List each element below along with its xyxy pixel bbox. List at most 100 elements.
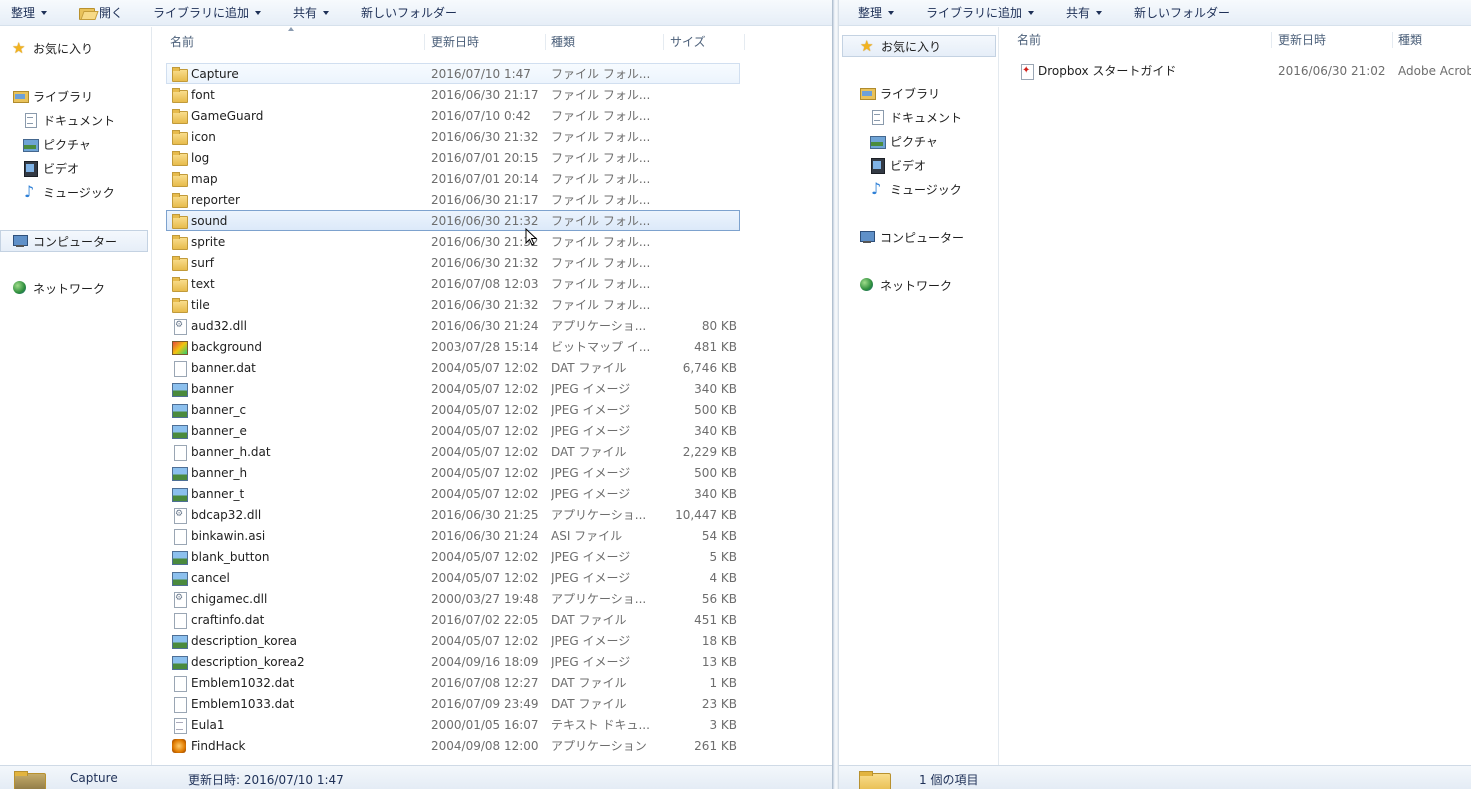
file-date: 2004/05/07 12:02 xyxy=(431,571,539,585)
file-row[interactable]: banner_h.dat 2004/05/07 12:02 DAT ファイル 2,22… xyxy=(166,441,740,462)
new-folder-button[interactable]: 新しいフォルダー xyxy=(361,4,457,22)
column-header-size[interactable]: サイズ xyxy=(665,34,745,50)
file-row[interactable]: Dropbox スタートガイド 2016/06/30 21:02 Adobe Acr… xyxy=(1013,60,1471,81)
item-count: 1 個の項目 xyxy=(919,773,979,787)
column-header-name[interactable]: 名前 xyxy=(165,34,425,50)
share-button[interactable]: 共有 xyxy=(1066,4,1103,22)
jpg-file-icon xyxy=(171,381,188,397)
add-to-library-button[interactable]: ライブラリに追加 xyxy=(926,4,1035,22)
window-splitter[interactable] xyxy=(832,0,839,789)
nav-computer[interactable]: コンピューター xyxy=(0,230,148,252)
file-row[interactable]: description_korea 2004/05/07 12:02 JPEG イメ… xyxy=(166,630,740,651)
file-size: 54 KB xyxy=(701,529,737,543)
column-header-type[interactable]: 種類 xyxy=(546,34,664,50)
file-row[interactable]: craftinfo.dat 2016/07/02 22:05 DAT ファイル 451… xyxy=(166,609,740,630)
folder-icon xyxy=(859,771,891,789)
file-row[interactable]: surf 2016/06/30 21:32 ファイル フォル... xyxy=(166,252,740,273)
file-type: JPEG イメージ xyxy=(551,382,631,396)
file-row[interactable]: blank_button 2004/05/07 12:02 JPEG イメージ 5 K… xyxy=(166,546,740,567)
nav-documents[interactable]: ドキュメント xyxy=(22,110,115,132)
file-row[interactable]: description_korea2 2004/09/16 18:09 JPEG イ… xyxy=(166,651,740,672)
file-row[interactable]: Emblem1033.dat 2016/07/09 23:49 DAT ファイル 23… xyxy=(166,693,740,714)
file-row[interactable]: bdcap32.dll 2016/06/30 21:25 アプリケーショ... 10,… xyxy=(166,504,740,525)
star-icon xyxy=(12,37,28,59)
file-name: GameGuard xyxy=(191,109,264,123)
file-row[interactable]: binkawin.asi 2016/06/30 21:24 ASI ファイル 54 K… xyxy=(166,525,740,546)
nav-libraries[interactable]: ライブラリ xyxy=(12,86,93,108)
column-header-date[interactable]: 更新日時 xyxy=(1273,32,1393,48)
column-header-date[interactable]: 更新日時 xyxy=(426,34,546,50)
file-row[interactable]: banner_h 2004/05/07 12:02 JPEG イメージ 500 KB xyxy=(166,462,740,483)
nav-videos[interactable]: ビデオ xyxy=(869,155,926,177)
file-row[interactable]: tile 2016/06/30 21:32 ファイル フォル... xyxy=(166,294,740,315)
picture-icon xyxy=(869,133,886,149)
nav-pictures[interactable]: ピクチャ xyxy=(869,131,938,153)
file-row[interactable]: sprite 2016/06/30 21:32 ファイル フォル... xyxy=(166,231,740,252)
file-row[interactable]: banner_c 2004/05/07 12:02 JPEG イメージ 500 KB xyxy=(166,399,740,420)
file-type: ファイル フォル... xyxy=(551,214,651,228)
video-icon xyxy=(869,157,885,174)
file-name: text xyxy=(191,277,215,291)
file-row[interactable]: banner 2004/05/07 12:02 JPEG イメージ 340 KB xyxy=(166,378,740,399)
file-name: icon xyxy=(191,130,216,144)
file-name: binkawin.asi xyxy=(191,529,266,543)
share-button[interactable]: 共有 xyxy=(293,4,330,22)
library-icon xyxy=(12,88,29,104)
file-row[interactable]: font 2016/06/30 21:17 ファイル フォル... xyxy=(166,84,740,105)
nav-computer[interactable]: コンピューター xyxy=(859,227,964,249)
nav-favorites[interactable]: お気に入り xyxy=(842,35,996,57)
nav-music[interactable]: ミュージック xyxy=(869,178,962,201)
file-row[interactable]: banner_e 2004/05/07 12:02 JPEG イメージ 340 KB xyxy=(166,420,740,441)
file-row[interactable]: GameGuard 2016/07/10 0:42 ファイル フォル... xyxy=(166,105,740,126)
column-header-name[interactable]: 名前 xyxy=(1012,32,1272,48)
new-folder-button[interactable]: 新しいフォルダー xyxy=(1134,4,1230,22)
file-row[interactable]: chigamec.dll 2000/03/27 19:48 アプリケーショ... 56… xyxy=(166,588,740,609)
file-name: sound xyxy=(191,214,228,228)
blank-file-icon xyxy=(171,675,187,692)
file-type: JPEG イメージ xyxy=(551,655,631,669)
file-date: 2016/07/09 23:49 xyxy=(431,697,539,711)
computer-icon xyxy=(12,233,28,249)
nav-libraries[interactable]: ライブラリ xyxy=(859,83,940,105)
left-explorer-window: 整理 開く ライブラリに追加 共有 新しいフォルダー お気に入り ライブラリ ド… xyxy=(0,0,832,789)
open-button[interactable]: 開く xyxy=(79,4,123,22)
file-date: 2004/05/07 12:02 xyxy=(431,424,539,438)
nav-favorites[interactable]: お気に入り xyxy=(12,37,93,60)
file-name: map xyxy=(191,172,218,186)
file-row[interactable]: Eula1 2000/01/05 16:07 テキスト ドキュ... 3 KB xyxy=(166,714,740,735)
file-date: 2004/05/07 12:02 xyxy=(431,445,539,459)
file-row[interactable]: aud32.dll 2016/06/30 21:24 アプリケーショ... 80 KB xyxy=(166,315,740,336)
nav-network[interactable]: ネットワーク xyxy=(859,275,952,297)
organize-menu-button[interactable]: 整理 xyxy=(858,4,895,22)
nav-pictures[interactable]: ピクチャ xyxy=(22,134,91,156)
file-row[interactable]: FindHack 2004/09/08 12:00 アプリケーション 261 KB xyxy=(166,735,740,756)
file-name: FindHack xyxy=(191,739,246,753)
file-name: Emblem1032.dat xyxy=(191,676,295,690)
nav-documents[interactable]: ドキュメント xyxy=(869,107,962,129)
nav-videos[interactable]: ビデオ xyxy=(22,158,79,180)
file-row[interactable]: log 2016/07/01 20:15 ファイル フォル... xyxy=(166,147,740,168)
mouse-pointer-icon xyxy=(525,228,537,246)
file-size: 1 KB xyxy=(709,676,737,690)
file-row[interactable]: banner_t 2004/05/07 12:02 JPEG イメージ 340 KB xyxy=(166,483,740,504)
file-row[interactable]: icon 2016/06/30 21:32 ファイル フォル... xyxy=(166,126,740,147)
file-row[interactable]: sound 2016/06/30 21:32 ファイル フォル... xyxy=(166,210,740,231)
file-row[interactable]: background 2003/07/28 15:14 ビットマップ イ... 481… xyxy=(166,336,740,357)
right-details-pane: 1 個の項目 xyxy=(839,765,1471,789)
file-date: 2016/06/30 21:24 xyxy=(431,319,539,333)
nav-network[interactable]: ネットワーク xyxy=(12,278,105,300)
file-row[interactable]: text 2016/07/08 12:03 ファイル フォル... xyxy=(166,273,740,294)
file-row[interactable]: Capture 2016/07/10 1:47 ファイル フォル... xyxy=(166,63,740,84)
file-row[interactable]: Emblem1032.dat 2016/07/08 12:27 DAT ファイル 1 … xyxy=(166,672,740,693)
file-row[interactable]: map 2016/07/01 20:14 ファイル フォル... xyxy=(166,168,740,189)
left-file-list: 名前 更新日時 種類 サイズ Capture 2016/07/10 1:47 ファイ… xyxy=(153,27,832,765)
column-header-type[interactable]: 種類 xyxy=(1393,32,1471,48)
folder-icon xyxy=(171,108,188,124)
file-row[interactable]: reporter 2016/06/30 21:17 ファイル フォル... xyxy=(166,189,740,210)
nav-music[interactable]: ミュージック xyxy=(22,181,115,204)
file-row[interactable]: cancel 2004/05/07 12:02 JPEG イメージ 4 KB xyxy=(166,567,740,588)
organize-menu-button[interactable]: 整理 xyxy=(11,4,48,22)
add-to-library-button[interactable]: ライブラリに追加 xyxy=(153,4,262,22)
file-row[interactable]: banner.dat 2004/05/07 12:02 DAT ファイル 6,746 … xyxy=(166,357,740,378)
file-size: 5 KB xyxy=(709,550,737,564)
